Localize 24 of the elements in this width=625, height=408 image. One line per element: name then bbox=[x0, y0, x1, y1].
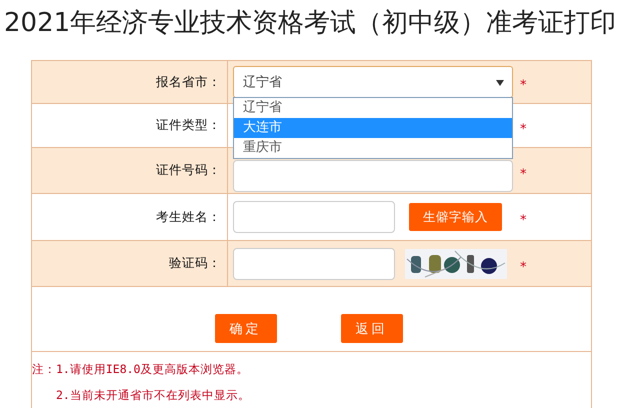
required-mark: * bbox=[520, 166, 526, 182]
confirm-button[interactable]: 确定 bbox=[214, 314, 276, 343]
required-mark: * bbox=[520, 122, 526, 136]
province-select[interactable]: 辽宁省 bbox=[233, 66, 513, 98]
field-label: 证件号码： bbox=[156, 162, 221, 179]
page-title: 2021年经济专业技术资格考试（初中级）准考证打印 bbox=[4, 7, 616, 40]
input-field[interactable] bbox=[233, 160, 513, 192]
input-field[interactable] bbox=[233, 201, 395, 233]
dropdown-option[interactable]: 大连市 bbox=[234, 118, 512, 138]
required-mark: * bbox=[520, 78, 526, 93]
back-button[interactable]: 返回 bbox=[340, 314, 402, 343]
rare-character-button[interactable]: 生僻字输入 bbox=[409, 203, 502, 231]
field-label: 考生姓名： bbox=[156, 208, 221, 226]
required-mark: * bbox=[520, 213, 526, 228]
caret-icon bbox=[496, 80, 504, 86]
field-label: 验证码： bbox=[169, 255, 221, 272]
required-mark: * bbox=[520, 260, 526, 274]
field-label: 报名省市： bbox=[156, 74, 221, 90]
dropdown-option[interactable]: 辽宁省 bbox=[234, 98, 512, 118]
note-text: 2.当前未开通省市不在列表中显示。 bbox=[55, 387, 250, 404]
input-field[interactable] bbox=[233, 248, 395, 280]
field-label: 证件类型： bbox=[156, 117, 221, 134]
dropdown-option[interactable]: 重庆市 bbox=[234, 138, 512, 158]
note-text: 注：1.请使用IE8.0及更高版本浏览器。 bbox=[32, 361, 248, 378]
